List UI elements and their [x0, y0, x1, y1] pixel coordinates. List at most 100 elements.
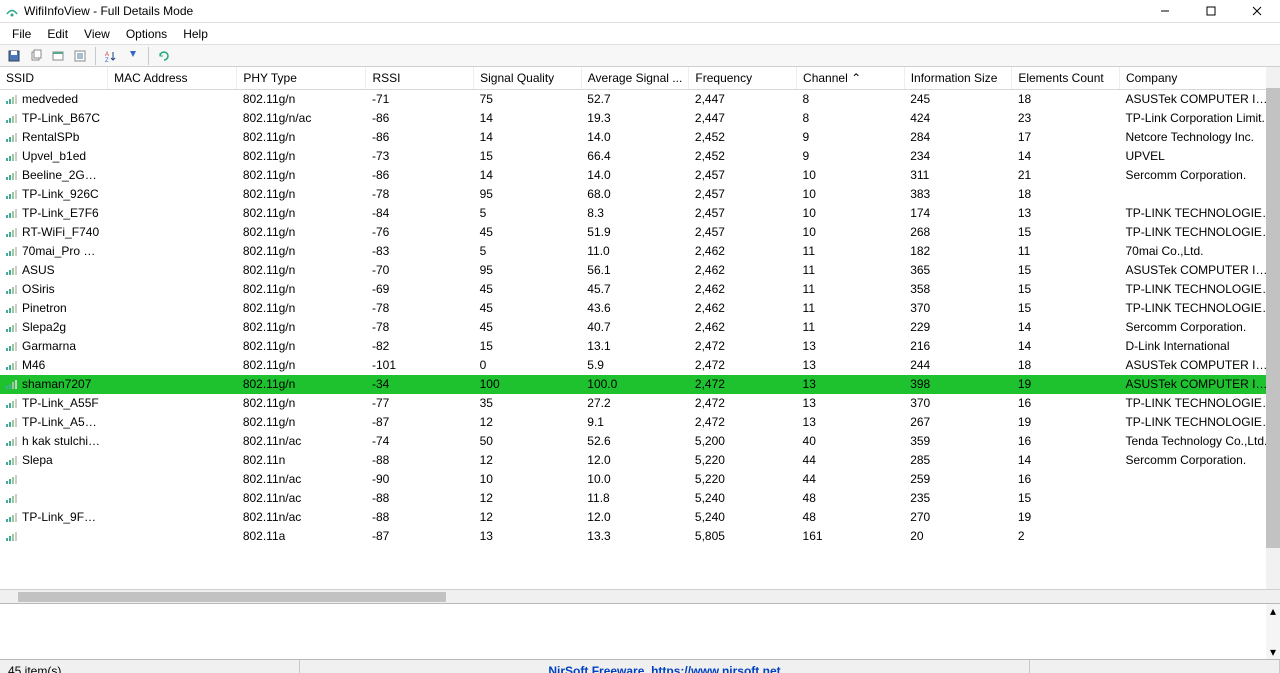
scroll-up-icon[interactable]: ▴: [1270, 604, 1276, 618]
cell-mac: [108, 337, 237, 356]
cell-chan: 11: [797, 280, 905, 299]
cell-phy: 802.11g/n: [237, 337, 366, 356]
table-row[interactable]: TP-Link_E7F6802.11g/n-8458.32,4571017413…: [0, 204, 1280, 223]
cell-ssid: RT-WiFi_F740: [0, 223, 108, 242]
toolbar: AZ: [0, 45, 1280, 67]
menu-options[interactable]: Options: [118, 25, 175, 43]
minimize-button[interactable]: [1142, 0, 1188, 23]
table-row[interactable]: 802.11n/ac-881211.85,2404823515: [0, 489, 1280, 508]
column-avg[interactable]: Average Signal ...: [581, 67, 689, 90]
cell-chan: 10: [797, 185, 905, 204]
cell-company: ASUSTek COMPUTER INC.: [1119, 356, 1280, 375]
nirsoft-link[interactable]: NirSoft Freeware. https://www.nirsoft.ne…: [548, 664, 780, 673]
cell-ssid: [0, 470, 108, 489]
horizontal-scrollbar[interactable]: [0, 589, 1280, 603]
refresh-icon[interactable]: [154, 46, 174, 66]
cell-mac: [108, 356, 237, 375]
cell-mac: [108, 166, 237, 185]
maximize-button[interactable]: [1188, 0, 1234, 23]
table-row[interactable]: TP-Link_A55F...802.11g/n-87129.12,472132…: [0, 413, 1280, 432]
cell-chan: 40: [797, 432, 905, 451]
column-ecount[interactable]: Elements Count: [1012, 67, 1120, 90]
table-row[interactable]: Pinetron802.11g/n-784543.62,4621137015TP…: [0, 299, 1280, 318]
table-row[interactable]: 70mai_Pro Pl...802.11g/n-83511.02,462111…: [0, 242, 1280, 261]
cell-ssid: [0, 527, 108, 546]
cell-mac: [108, 489, 237, 508]
cell-sq: 14: [474, 166, 582, 185]
save-icon[interactable]: [4, 46, 24, 66]
new-window-icon[interactable]: [48, 46, 68, 66]
table-row[interactable]: Slepa802.11n-881212.05,2204428514Sercomm…: [0, 451, 1280, 470]
column-rssi[interactable]: RSSI: [366, 67, 474, 90]
table-row[interactable]: RentalSPb802.11g/n-861414.02,452928417Ne…: [0, 128, 1280, 147]
close-button[interactable]: [1234, 0, 1280, 23]
menu-edit[interactable]: Edit: [39, 25, 76, 43]
menu-help[interactable]: Help: [175, 25, 216, 43]
table-row[interactable]: ASUS802.11g/n-709556.12,4621136515ASUSTe…: [0, 261, 1280, 280]
app-icon: [4, 3, 20, 19]
cell-ssid: [0, 489, 108, 508]
column-ssid[interactable]: SSID: [0, 67, 108, 90]
menu-view[interactable]: View: [76, 25, 118, 43]
cell-avg: 43.6: [581, 299, 689, 318]
details-scrollbar[interactable]: ▴ ▾: [1266, 604, 1280, 659]
cell-ecount: 14: [1012, 318, 1120, 337]
sort-desc-icon[interactable]: [123, 46, 143, 66]
cell-rssi: -84: [366, 204, 474, 223]
cell-phy: 802.11a: [237, 527, 366, 546]
column-chan[interactable]: Channel ⌃: [797, 67, 905, 90]
vertical-scrollbar-thumb[interactable]: [1266, 88, 1280, 548]
cell-freq: 2,457: [689, 185, 797, 204]
table-row[interactable]: RT-WiFi_F740802.11g/n-764551.92,45710268…: [0, 223, 1280, 242]
copy-icon[interactable]: [26, 46, 46, 66]
menu-file[interactable]: File: [4, 25, 39, 43]
cell-freq: 5,200: [689, 432, 797, 451]
table-row[interactable]: OSiris802.11g/n-694545.72,4621135815TP-L…: [0, 280, 1280, 299]
cell-rssi: -77: [366, 394, 474, 413]
cell-avg: 66.4: [581, 147, 689, 166]
cell-sq: 35: [474, 394, 582, 413]
column-sq[interactable]: Signal Quality: [474, 67, 582, 90]
table-row[interactable]: medveded802.11g/n-717552.72,447824518ASU…: [0, 90, 1280, 109]
cell-avg: 11.8: [581, 489, 689, 508]
cell-ecount: 19: [1012, 508, 1120, 527]
wifi-grid[interactable]: SSIDMAC AddressPHY TypeRSSISignal Qualit…: [0, 67, 1280, 589]
column-company[interactable]: Company: [1119, 67, 1280, 90]
cell-rssi: -70: [366, 261, 474, 280]
grid-body[interactable]: medveded802.11g/n-717552.72,447824518ASU…: [0, 90, 1280, 546]
status-nirsoft: NirSoft Freeware. https://www.nirsoft.ne…: [300, 660, 1030, 673]
column-mac[interactable]: MAC Address: [108, 67, 237, 90]
column-phy[interactable]: PHY Type: [237, 67, 366, 90]
table-row[interactable]: TP-Link_9F3A...802.11n/ac-881212.05,2404…: [0, 508, 1280, 527]
table-row[interactable]: shaman7207802.11g/n-34100100.02,47213398…: [0, 375, 1280, 394]
horizontal-scrollbar-thumb[interactable]: [18, 592, 446, 602]
cell-sq: 45: [474, 280, 582, 299]
cell-company: Tenda Technology Co.,Ltd...: [1119, 432, 1280, 451]
cell-isize: 268: [904, 223, 1012, 242]
cell-avg: 10.0: [581, 470, 689, 489]
column-freq[interactable]: Frequency: [689, 67, 797, 90]
table-row[interactable]: Beeline_2G_F...802.11g/n-861414.02,45710…: [0, 166, 1280, 185]
table-row[interactable]: Garmarna802.11g/n-821513.12,4721321614D-…: [0, 337, 1280, 356]
table-row[interactable]: h kak stulchik...802.11n/ac-745052.65,20…: [0, 432, 1280, 451]
sort-asc-icon[interactable]: AZ: [101, 46, 121, 66]
table-row[interactable]: 802.11a-871313.35,805161202: [0, 527, 1280, 546]
table-row[interactable]: Upvel_b1ed802.11g/n-731566.42,452923414U…: [0, 147, 1280, 166]
cell-freq: 2,457: [689, 166, 797, 185]
cell-rssi: -86: [366, 166, 474, 185]
table-row[interactable]: Slepa2g802.11g/n-784540.72,4621122914Ser…: [0, 318, 1280, 337]
column-headers[interactable]: SSIDMAC AddressPHY TypeRSSISignal Qualit…: [0, 67, 1280, 90]
scroll-down-icon[interactable]: ▾: [1270, 645, 1276, 659]
table-row[interactable]: TP-Link_A55F802.11g/n-773527.22,47213370…: [0, 394, 1280, 413]
cell-chan: 44: [797, 470, 905, 489]
cell-ssid: RentalSPb: [0, 128, 108, 147]
column-isize[interactable]: Information Size: [904, 67, 1012, 90]
table-row[interactable]: 802.11n/ac-901010.05,2204425916: [0, 470, 1280, 489]
table-row[interactable]: TP-Link_926C802.11g/n-789568.02,45710383…: [0, 185, 1280, 204]
cell-sq: 12: [474, 451, 582, 470]
properties-icon[interactable]: [70, 46, 90, 66]
table-row[interactable]: M46802.11g/n-10105.92,4721324418ASUSTek …: [0, 356, 1280, 375]
details-pane: ▴ ▾: [0, 603, 1280, 659]
table-row[interactable]: TP-Link_B67C802.11g/n/ac-861419.32,44784…: [0, 109, 1280, 128]
cell-rssi: -87: [366, 527, 474, 546]
